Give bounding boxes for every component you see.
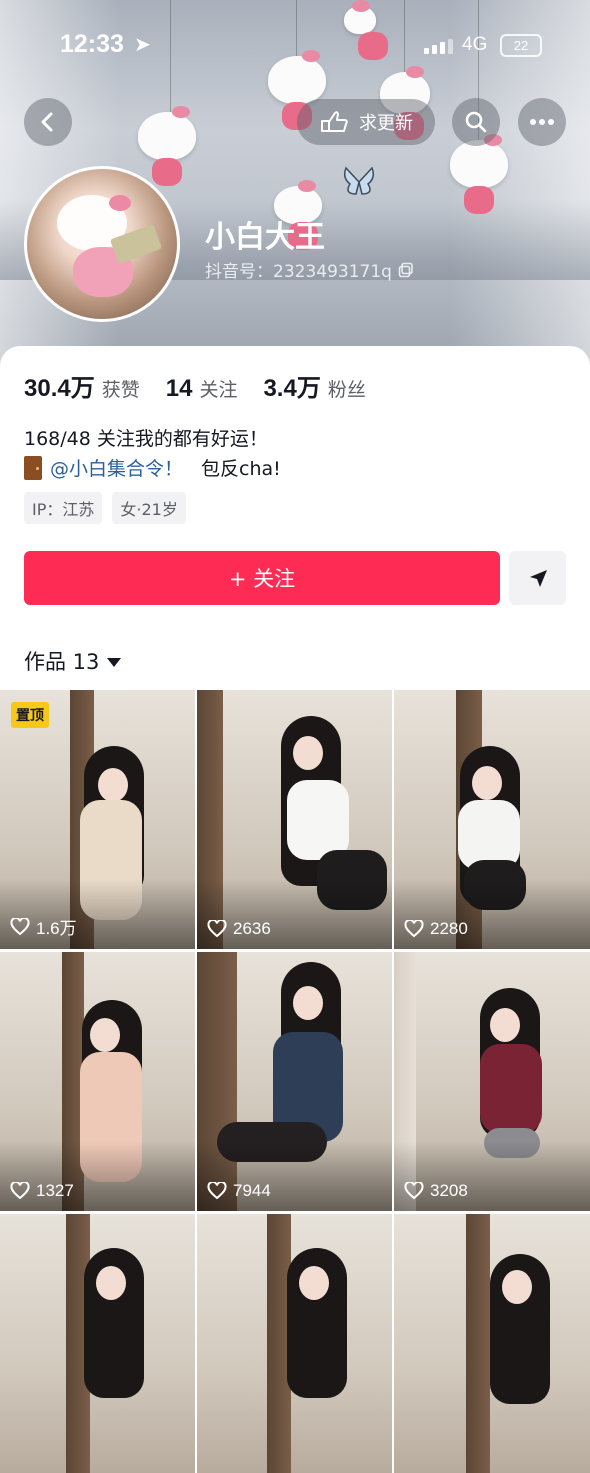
video-likes-count: 1.6万 [36, 919, 77, 938]
following-label: 关注 [199, 379, 238, 401]
bio-mention-link[interactable]: @小白集合令！ [50, 454, 183, 481]
video-tile[interactable]: 2636 [197, 690, 392, 949]
video-likes: 2280 [404, 919, 468, 939]
video-likes: 1327 [10, 1181, 74, 1201]
copy-icon[interactable] [398, 262, 414, 278]
door-emoji-icon [24, 455, 42, 480]
video-likes-count: 2636 [233, 919, 271, 938]
hello-kitty-ornament [268, 50, 326, 130]
avatar-kitty-bow [109, 195, 131, 211]
follow-button[interactable]: + 关注 [24, 551, 500, 605]
battery-icon: 22 [500, 34, 542, 57]
video-likes-count: 1327 [36, 1181, 74, 1200]
ip-tag: IP：江苏 [24, 492, 103, 524]
works-tab-label: 作品 13 [24, 650, 100, 674]
video-likes-count: 7944 [233, 1181, 271, 1200]
send-icon [529, 570, 547, 587]
more-dots-icon [530, 119, 554, 125]
likes-count[interactable]: 30.4万 [24, 368, 95, 403]
video-likes: 2636 [207, 919, 271, 939]
avatar[interactable] [24, 166, 180, 322]
video-likes: 3208 [404, 1181, 468, 1201]
following-count[interactable]: 14 [166, 375, 193, 403]
stats-row: 30.4万 获赞 14 关注 3.4万 粉丝 [24, 368, 392, 403]
heart-icon [404, 920, 424, 938]
douyin-id[interactable]: 抖音号：2323493171q [205, 257, 414, 282]
chevron-left-icon [41, 112, 53, 132]
network-type: 4G [462, 34, 488, 55]
signal-icon [424, 38, 454, 54]
video-tile[interactable]: 7944 [197, 952, 392, 1211]
video-tile[interactable]: 1327 [0, 952, 195, 1211]
heart-icon [207, 920, 227, 938]
video-tile[interactable]: 置顶 1.6万 [0, 690, 195, 949]
followers-count[interactable]: 3.4万 [263, 368, 320, 403]
butterfly-icon [343, 166, 375, 195]
bio-line-2-suffix: 包反cha! [201, 458, 281, 480]
profile-tags: IP：江苏 女·21岁 [24, 492, 186, 524]
video-tile[interactable]: 3208 [394, 952, 590, 1211]
video-tile[interactable] [197, 1214, 392, 1473]
hello-kitty-ornament [450, 134, 508, 214]
video-likes-count: 3208 [430, 1181, 468, 1200]
followers-label: 粉丝 [327, 379, 366, 401]
hello-kitty-ornament [138, 106, 196, 186]
status-time: 12:33 [60, 30, 124, 58]
video-tile[interactable] [0, 1214, 195, 1473]
back-button[interactable] [24, 98, 72, 146]
pointing-hand-icon [321, 111, 348, 132]
video-likes: 1.6万 [10, 914, 77, 939]
video-grid: 置顶 1.6万 2636 2280 1327 7944 3208 [0, 690, 590, 1473]
video-likes: 7944 [207, 1181, 271, 1201]
tab-works[interactable]: 作品 13 [24, 646, 122, 676]
heart-icon [404, 1182, 424, 1200]
message-button[interactable] [509, 551, 566, 605]
video-likes-count: 2280 [430, 919, 468, 938]
video-tile[interactable]: 2280 [394, 690, 590, 949]
search-button[interactable] [452, 98, 500, 146]
gender-age-tag: 女·21岁 [112, 492, 186, 524]
heart-icon [207, 1182, 227, 1200]
bio-line-2: @小白集合令！ 包反cha! [24, 454, 281, 481]
video-tile[interactable] [394, 1214, 590, 1473]
more-button[interactable] [518, 98, 566, 146]
bio-line-1: 168/48 关注我的都有好运！ [24, 428, 268, 450]
status-bar: 12:33 ➤ 4G 22 [0, 30, 590, 62]
request-update-label: 求更新 [359, 113, 413, 134]
heart-icon [10, 917, 30, 935]
caret-down-icon [107, 658, 122, 667]
search-icon [465, 111, 487, 133]
location-arrow-icon: ➤ [134, 32, 151, 56]
douyin-id-text: 抖音号：2323493171q [205, 262, 392, 282]
pinned-badge: 置顶 [11, 702, 49, 728]
request-update-button[interactable]: 求更新 [297, 99, 435, 145]
profile-name: 小白大王 [205, 220, 325, 255]
heart-icon [10, 1182, 30, 1200]
profile-banner: 12:33 ➤ 4G 22 求更新 小白大王 抖音号：2323493171q [0, 0, 590, 370]
likes-label: 获赞 [101, 379, 140, 401]
